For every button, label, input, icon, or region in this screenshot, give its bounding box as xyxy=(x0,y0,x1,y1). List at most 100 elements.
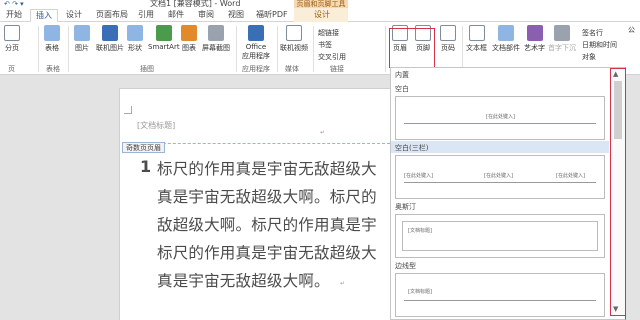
table-label: 表格 xyxy=(45,44,59,52)
smartart-label: SmartArt xyxy=(148,43,180,51)
chart-button[interactable]: 图表 xyxy=(181,25,197,53)
screenshot-label: 屏幕截图 xyxy=(202,44,230,52)
wordart-icon xyxy=(526,25,543,41)
hyperlink-button[interactable]: 超链接 xyxy=(318,28,339,38)
date-time-button[interactable]: 日期和时间 xyxy=(582,40,617,50)
drop-cap-button[interactable]: 首字下沉 xyxy=(548,25,576,53)
office-store-icon xyxy=(248,25,264,41)
office-apps-label-1: Office xyxy=(245,43,267,51)
tab-design[interactable]: 设计 xyxy=(66,9,82,22)
quick-access-toolbar[interactable]: ↶ ↷ ▾ xyxy=(4,0,24,8)
tab-references[interactable]: 引用 xyxy=(138,9,154,22)
scroll-down-arrow-icon[interactable]: ▼ xyxy=(613,305,618,313)
shapes-label: 形状 xyxy=(128,44,142,52)
body-text-line[interactable]: 标尺的作用真是宇宙无敌超级大 xyxy=(157,241,377,263)
gallery-item-placeholder: [文档标题] xyxy=(408,228,432,234)
gallery-item-placeholder: [在此处键入] xyxy=(404,173,433,179)
shapes-button[interactable]: 形状 xyxy=(127,25,143,53)
table-icon xyxy=(44,25,60,41)
tab-home[interactable]: 开始 xyxy=(6,9,22,22)
tab-review[interactable]: 审阅 xyxy=(198,9,214,22)
paragraph-number: 1 xyxy=(140,157,152,176)
group-apps-label: 应用程序 xyxy=(242,65,270,73)
gallery-item-sideline[interactable]: [文档标题] xyxy=(395,273,605,317)
online-video-label: 联机视频 xyxy=(280,44,308,52)
page-number-button[interactable]: 页码 xyxy=(440,25,456,53)
body-text-line[interactable]: 真是宇宙无敌超级大啊。 xyxy=(157,269,330,291)
separator xyxy=(313,26,314,72)
tab-page-layout[interactable]: 页面布局 xyxy=(96,9,128,22)
page-break-button[interactable]: 分页 xyxy=(4,25,20,53)
page-break-icon xyxy=(4,25,20,41)
chart-label: 图表 xyxy=(182,44,196,52)
picture-label: 图片 xyxy=(75,44,89,52)
object-button[interactable]: 对象 xyxy=(582,52,596,62)
office-apps-button[interactable]: Office 应用程序 xyxy=(242,25,270,61)
gallery-item-placeholder: [在此处键入] xyxy=(486,114,515,120)
gallery-scrollbar[interactable]: ▲ ▼ xyxy=(610,68,626,316)
text-box-button[interactable]: 文本框 xyxy=(466,25,487,53)
online-picture-label: 联机图片 xyxy=(96,44,124,52)
table-button[interactable]: 表格 xyxy=(44,25,60,53)
shapes-icon xyxy=(127,25,143,41)
tab-view[interactable]: 视图 xyxy=(228,9,244,22)
tab-mailings[interactable]: 邮件 xyxy=(168,9,184,22)
cross-reference-button[interactable]: 交叉引用 xyxy=(318,52,346,62)
picture-icon xyxy=(74,25,90,41)
contextual-group-label: 页眉和页脚工具 xyxy=(294,0,348,8)
wordart-button[interactable]: 艺术字 xyxy=(524,25,545,53)
gallery-item-rule xyxy=(404,123,596,124)
document-parts-button[interactable]: 文档部件 xyxy=(492,25,520,53)
screenshot-button[interactable]: 屏幕截图 xyxy=(202,25,230,53)
smartart-icon xyxy=(155,25,172,41)
gallery-item-austin[interactable]: [文档标题] xyxy=(395,214,605,258)
drop-cap-label: 首字下沉 xyxy=(548,44,576,52)
signature-line-button[interactable]: 签名行 xyxy=(582,28,603,38)
page-number-label: 页码 xyxy=(441,44,455,52)
header-placeholder-text[interactable]: [文档标题] xyxy=(137,120,175,131)
body-text-line[interactable]: 真是宇宙无敌超级大啊。标尺的 xyxy=(157,185,377,207)
group-links-label: 链接 xyxy=(330,65,344,73)
gallery-item-label: 边线型 xyxy=(395,262,416,270)
tab-header-footer-design[interactable]: 设计 xyxy=(314,9,330,22)
gallery-item-placeholder: [在此处键入] xyxy=(484,173,513,179)
page-break-label: 分页 xyxy=(5,44,19,52)
ribbon-tabs: 开始 插入 设计 页面布局 引用 邮件 审阅 视图 福昕PDF 设计 xyxy=(0,8,640,22)
paragraph-mark: ↵ xyxy=(320,129,326,136)
page-number-icon xyxy=(440,25,456,41)
body-text-line[interactable]: 标尺的作用真是宇宙无敌超级大 xyxy=(157,157,377,179)
margin-corner-mark xyxy=(124,106,132,114)
gallery-item-placeholder: [在此处键入] xyxy=(556,173,585,179)
scrollbar-thumb[interactable] xyxy=(614,81,622,139)
gallery-item-label: 空白 xyxy=(395,85,409,93)
separator xyxy=(462,26,463,72)
smartart-button[interactable]: SmartArt xyxy=(148,25,180,51)
body-text-line[interactable]: 敌超级大啊。标尺的作用真是宇 xyxy=(157,213,377,235)
bookmark-button[interactable]: 书签 xyxy=(318,40,332,50)
equation-button[interactable]: 公 xyxy=(628,25,635,35)
gallery-item-frame xyxy=(402,221,598,251)
window-edge xyxy=(626,75,640,320)
group-page-label: 页 xyxy=(8,65,15,73)
online-video-button[interactable]: 联机视频 xyxy=(280,25,308,53)
tab-foxit-pdf[interactable]: 福昕PDF xyxy=(256,9,288,22)
gallery-item-blank-three-column[interactable]: [在此处键入] [在此处键入] [在此处键入] xyxy=(395,155,605,199)
header-section-tag: 奇数页页眉 xyxy=(122,142,165,153)
gallery-item-blank[interactable]: [在此处键入] xyxy=(395,96,605,140)
group-illustrations-label: 插图 xyxy=(140,65,154,73)
scroll-up-arrow-icon[interactable]: ▲ xyxy=(613,70,618,78)
gallery-item-rule xyxy=(404,300,596,301)
document-parts-icon xyxy=(498,25,514,41)
picture-button[interactable]: 图片 xyxy=(74,25,90,53)
tab-insert[interactable]: 插入 xyxy=(30,9,58,22)
online-picture-button[interactable]: 联机图片 xyxy=(96,25,124,53)
separator xyxy=(38,26,39,72)
document-parts-label: 文档部件 xyxy=(492,44,520,52)
gallery-item-placeholder: [文档标题] xyxy=(408,289,432,295)
equation-label: 公 xyxy=(628,26,635,34)
separator xyxy=(236,26,237,72)
gallery-item-rule xyxy=(404,182,596,183)
drop-cap-icon xyxy=(554,25,570,41)
video-icon xyxy=(286,25,302,41)
gallery-section-builtin: 内置 xyxy=(395,71,409,79)
